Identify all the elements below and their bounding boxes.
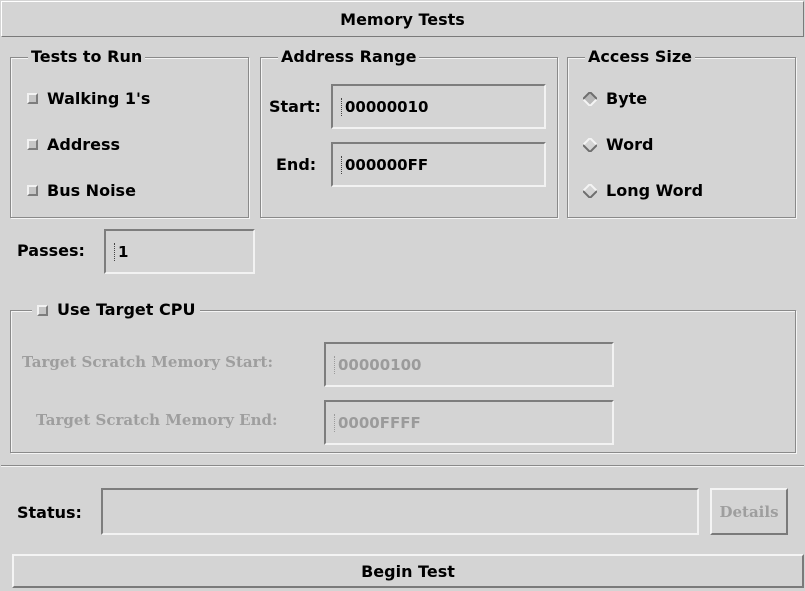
end-address-input[interactable]: 000000FF xyxy=(331,142,546,187)
window-title-bar: Memory Tests xyxy=(1,1,804,37)
address-range-group xyxy=(260,57,558,218)
details-button-label: Details xyxy=(719,502,779,521)
checkbox-box[interactable] xyxy=(27,139,38,150)
separator xyxy=(1,465,804,467)
checkbox-box[interactable] xyxy=(27,93,38,104)
radio-byte[interactable]: Byte xyxy=(583,89,647,108)
scratch-end-label: Target Scratch Memory End: xyxy=(36,411,278,429)
checkbox-box[interactable] xyxy=(37,304,48,316)
access-size-legend: Access Size xyxy=(585,48,695,66)
status-label: Status: xyxy=(17,503,82,522)
checkbox-walking-ones[interactable]: Walking 1's xyxy=(27,89,150,108)
start-label: Start: xyxy=(269,97,321,116)
passes-input[interactable]: 1 xyxy=(104,229,255,274)
scratch-start-label: Target Scratch Memory Start: xyxy=(22,353,274,371)
radio-label: Byte xyxy=(606,89,648,108)
checkbox-box[interactable] xyxy=(27,185,38,196)
radio-word[interactable]: Word xyxy=(583,135,653,154)
tests-to-run-legend: Tests to Run xyxy=(28,48,146,66)
begin-test-label: Begin Test xyxy=(361,561,455,581)
address-range-legend: Address Range xyxy=(278,48,420,66)
checkbox-label: Bus Noise xyxy=(47,181,136,200)
radio-unselected-icon[interactable] xyxy=(583,183,597,198)
text-cursor xyxy=(341,155,344,174)
begin-test-button[interactable]: Begin Test xyxy=(12,554,804,588)
end-label: End: xyxy=(276,155,317,174)
checkbox-address[interactable]: Address xyxy=(27,135,120,154)
checkbox-bus-noise[interactable]: Bus Noise xyxy=(27,181,136,200)
use-target-cpu-label: Use Target CPU xyxy=(57,300,196,319)
text-cursor xyxy=(334,413,337,432)
details-button[interactable]: Details xyxy=(710,488,788,535)
radio-unselected-icon[interactable] xyxy=(583,137,597,152)
checkbox-label: Walking 1's xyxy=(47,89,151,108)
passes-value: 1 xyxy=(118,242,129,261)
start-address-value: 00000010 xyxy=(345,97,429,116)
text-cursor xyxy=(114,242,117,261)
scratch-start-input[interactable]: 00000100 xyxy=(324,342,614,387)
scratch-end-value: 0000FFFF xyxy=(338,413,421,432)
end-address-value: 000000FF xyxy=(345,155,429,174)
radio-selected-icon[interactable] xyxy=(583,91,597,106)
radio-label: Word xyxy=(606,135,654,154)
radio-long-word[interactable]: Long Word xyxy=(583,181,703,200)
checkbox-label: Address xyxy=(47,135,121,154)
start-address-input[interactable]: 00000010 xyxy=(331,84,546,129)
passes-label: Passes: xyxy=(17,241,85,260)
scratch-start-value: 00000100 xyxy=(338,355,422,374)
use-target-cpu-checkbox[interactable]: Use Target CPU xyxy=(32,300,201,319)
scratch-end-input[interactable]: 0000FFFF xyxy=(324,400,614,445)
status-field xyxy=(101,488,699,535)
text-cursor xyxy=(341,97,344,116)
radio-label: Long Word xyxy=(606,181,704,200)
text-cursor xyxy=(334,355,337,374)
window-title: Memory Tests xyxy=(340,9,465,29)
